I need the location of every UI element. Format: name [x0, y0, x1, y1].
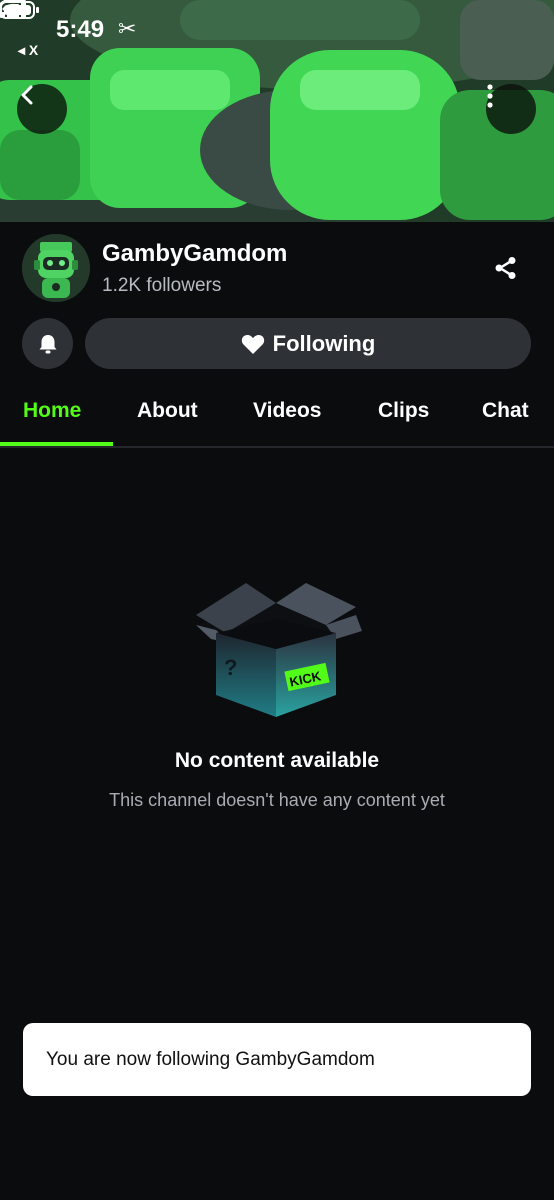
channel-name: GambyGamdom [102, 240, 288, 267]
notifications-button[interactable] [22, 318, 73, 369]
tab-about[interactable]: About [137, 399, 198, 423]
empty-state-subtitle: This channel doesn't have any content ye… [109, 790, 445, 810]
channel-banner: 5:49 ✂ ◂ X [0, 0, 554, 222]
follower-count: 1.2K followers [102, 275, 222, 296]
following-button[interactable]: Following [85, 318, 531, 369]
tab-home[interactable]: Home [23, 399, 81, 423]
following-label: Following [272, 330, 376, 356]
robot-avatar-icon [22, 234, 90, 302]
svg-text:?: ? [224, 655, 237, 680]
scissors-icon: ✂ [118, 16, 137, 41]
heart-icon [241, 334, 264, 354]
active-tab-indicator [0, 442, 113, 446]
back-arrow-icon [21, 85, 33, 105]
share-icon [495, 257, 516, 279]
back-button[interactable] [17, 84, 67, 134]
more-options-button[interactable] [486, 84, 536, 134]
status-bar: 5:49 ✂ ◂ X [0, 0, 554, 60]
tab-videos[interactable]: Videos [253, 399, 321, 423]
channel-header: GambyGamdom 1.2K followers [0, 222, 554, 318]
tab-clips[interactable]: Clips [378, 399, 429, 423]
empty-state-title: No content available [174, 749, 380, 772]
follow-toast: You are now following GambyGamdom [23, 1023, 531, 1096]
more-vertical-icon [487, 84, 493, 108]
share-button[interactable] [488, 250, 524, 286]
back-to-app-link[interactable]: ◂ X [18, 42, 38, 59]
bell-icon [39, 334, 56, 353]
toast-message: You are now following GambyGamdom [46, 1048, 375, 1070]
battery-icon [0, 1, 39, 19]
tab-chat[interactable]: Chat [482, 399, 529, 423]
channel-tabs: Home About Videos Clips Chat [0, 382, 554, 448]
status-time: 5:49 [56, 16, 105, 43]
channel-avatar[interactable] [22, 234, 90, 302]
empty-box-illustration: ? KICK [196, 583, 362, 717]
